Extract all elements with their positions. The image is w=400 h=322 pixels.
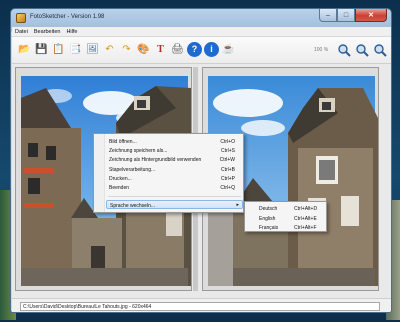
language-option-1[interactable]: English Ctrl+Alt+E xyxy=(247,214,325,223)
menu-item-shortcut: Ctrl+W xyxy=(219,157,235,163)
menu-item-shortcut: Ctrl+P xyxy=(220,176,235,182)
menu-datei[interactable]: Datei xyxy=(12,29,31,35)
undo-icon[interactable]: ↶ xyxy=(102,42,117,57)
menu-hilfe[interactable]: Hilfe xyxy=(63,29,80,35)
menu-item-label: Sprache wechseln... xyxy=(110,203,156,209)
language-shortcut: Ctrl+Alt+D xyxy=(294,206,318,212)
info-icon[interactable]: i xyxy=(204,42,219,57)
maximize-button[interactable]: □ xyxy=(337,9,355,22)
menu-item-label: Drucken... xyxy=(109,176,132,182)
zoom-out-icon[interactable] xyxy=(354,42,369,57)
menu-bearbeiten[interactable]: Bearbeiten xyxy=(31,29,64,35)
menu-item-shortcut: Ctrl+S xyxy=(220,148,235,154)
language-label: Deutsch xyxy=(259,206,278,212)
menu-item-2[interactable]: Zeichnung als Hintergrundbild verwenden C… xyxy=(106,155,243,164)
menu-item-shortcut: Ctrl+Q xyxy=(220,185,235,191)
app-icon[interactable] xyxy=(16,13,26,23)
submenu-arrow-icon: ▸ xyxy=(236,202,239,208)
title-bar[interactable]: FotoSketcher - Version 1.98 – □ ✕ xyxy=(11,9,391,27)
menu-item-1[interactable]: Zeichnung speichern als... Ctrl+S xyxy=(106,146,243,155)
palette-icon[interactable]: 🎨 xyxy=(136,42,151,57)
window-title: FotoSketcher - Version 1.98 xyxy=(30,14,105,20)
window-controls: – □ ✕ xyxy=(319,9,387,22)
language-option-0[interactable]: Deutsch Ctrl+Alt+D xyxy=(247,204,325,213)
print-icon[interactable]: 🖨 xyxy=(170,42,185,57)
status-bar: C:\Users\David\Desktop\Bureau\Le Tahouts… xyxy=(12,298,391,312)
copy-icon[interactable]: 📋 xyxy=(51,42,66,57)
menu-item-label: Zeichnung als Hintergrundbild verwenden xyxy=(109,157,202,163)
redo-icon[interactable]: ↷ xyxy=(119,42,134,57)
menu-item-3[interactable]: Stapelverarbeitung... Ctrl+B xyxy=(106,165,243,174)
menu-item-shortcut: Ctrl+B xyxy=(220,167,235,173)
zoom-level: 100 % xyxy=(314,47,329,53)
open-icon[interactable]: 📂 xyxy=(17,42,32,57)
menu-item-5[interactable]: Beenden Ctrl+Q xyxy=(106,183,243,192)
file-context-menu: Bild öffnen... Ctrl+O Zeichnung speichern … xyxy=(93,133,244,213)
toolbar: 100 % 📂 💾 📋 📑 🖼 ↶ ↷ 🎨 T 🖨? i ☕ xyxy=(12,37,391,64)
menu-icon-strip xyxy=(94,134,105,212)
help-icon[interactable]: ? xyxy=(187,42,202,57)
zoom-in-icon[interactable] xyxy=(336,42,351,57)
menu-item-label: Beenden xyxy=(109,185,130,191)
menu-separator xyxy=(108,196,241,197)
paste-icon[interactable]: 📑 xyxy=(68,42,83,57)
language-option-2[interactable]: Français Ctrl+Alt+F xyxy=(247,223,325,232)
text-icon[interactable]: T xyxy=(153,42,168,57)
language-shortcut: Ctrl+Alt+E xyxy=(294,215,317,222)
menu-item-change-language[interactable]: Sprache wechseln... ▸ xyxy=(106,200,243,209)
menu-item-label: Bild öffnen... xyxy=(109,139,137,145)
language-submenu: Deutsch Ctrl+Alt+D English Ctrl+Alt+E França… xyxy=(244,201,327,232)
language-shortcut: Ctrl+Alt+F xyxy=(294,225,317,231)
language-label: Français xyxy=(259,225,279,231)
zoom-fit-icon[interactable] xyxy=(372,42,387,57)
menu-item-label: Zeichnung speichern als... xyxy=(109,148,168,154)
language-label: English xyxy=(259,215,276,222)
file-path-status: C:\Users\David\Desktop\Bureau\Le Tahouts… xyxy=(20,302,380,311)
menu-item-label: Stapelverarbeitung... xyxy=(109,167,156,173)
coffee-icon[interactable]: ☕ xyxy=(221,42,236,57)
menu-item-4[interactable]: Drucken... Ctrl+P xyxy=(106,174,243,183)
edit-image-icon[interactable]: 🖼 xyxy=(85,42,100,57)
menu-bar: Datei Bearbeiten Hilfe xyxy=(12,27,391,37)
minimize-button[interactable]: – xyxy=(319,9,337,22)
menu-item-shortcut: Ctrl+O xyxy=(220,139,235,145)
save-icon[interactable]: 💾 xyxy=(34,42,49,57)
close-button[interactable]: ✕ xyxy=(355,9,387,22)
menu-item-0[interactable]: Bild öffnen... Ctrl+O xyxy=(106,137,243,146)
